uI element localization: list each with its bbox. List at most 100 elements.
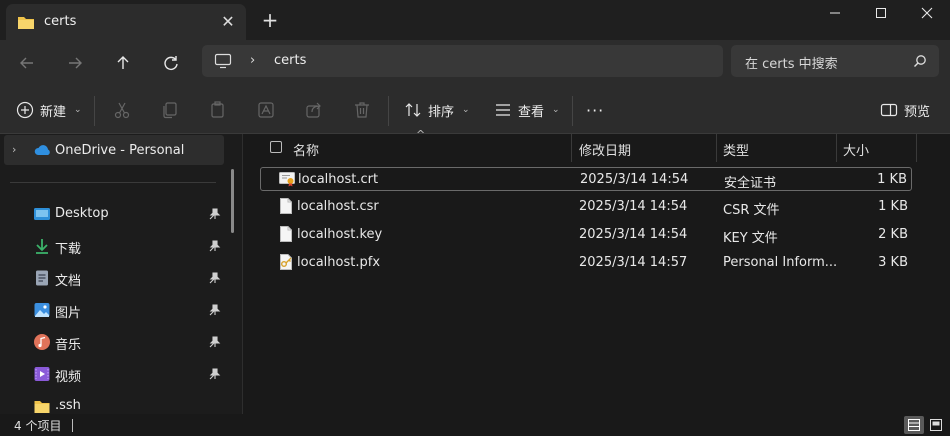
pin-icon[interactable]	[209, 272, 221, 288]
pin-icon[interactable]	[209, 240, 221, 256]
delete-icon[interactable]	[352, 100, 372, 120]
new-tab-button[interactable]: +	[260, 10, 280, 30]
sidebar-item-label: OneDrive - Personal	[55, 143, 185, 158]
pin-icon[interactable]	[209, 208, 221, 224]
details-view-button[interactable]	[904, 416, 924, 434]
sidebar-item-onedrive[interactable]: › OneDrive - Personal	[4, 135, 224, 165]
large-icons-view-button[interactable]	[926, 416, 946, 434]
toolbar-divider	[94, 96, 95, 126]
chevron-down-icon: ⌄	[462, 105, 470, 115]
new-button[interactable]: 新建 ⌄	[16, 98, 82, 122]
table-row[interactable]: localhost.pfx 2025/3/14 14:57 Personal I…	[260, 251, 912, 275]
file-icon	[278, 226, 294, 246]
sidebar-item-downloads[interactable]: 下载	[0, 230, 230, 262]
more-options-button[interactable]: ···	[586, 98, 604, 122]
file-icon	[278, 198, 294, 218]
file-date: 2025/3/14 14:54	[580, 172, 689, 187]
sidebar-item-documents[interactable]: 文档	[0, 262, 230, 294]
pin-icon[interactable]	[209, 304, 221, 320]
back-button[interactable]	[16, 52, 38, 74]
paste-icon[interactable]	[208, 100, 228, 120]
column-header-date[interactable]: 修改日期	[579, 140, 631, 159]
folder-icon	[17, 14, 35, 34]
address-bar[interactable]: › certs	[202, 45, 723, 77]
tab-certs[interactable]: certs ✕	[6, 4, 246, 40]
maximize-button[interactable]	[858, 0, 904, 28]
navigation-pane: › OneDrive - Personal Desktop 下载 文档 图片 音…	[0, 134, 243, 414]
more-icon: ···	[586, 100, 605, 120]
file-type: CSR 文件	[723, 203, 780, 218]
column-divider[interactable]	[836, 134, 837, 162]
table-row[interactable]: localhost.csr 2025/3/14 14:54 CSR 文件 1 K…	[260, 195, 912, 219]
column-header-size[interactable]: 大小	[843, 140, 869, 159]
share-icon[interactable]	[304, 100, 324, 120]
new-label: 新建	[40, 104, 67, 120]
download-icon	[34, 238, 50, 254]
sidebar-item-music[interactable]: 音乐	[0, 326, 230, 358]
column-header-name[interactable]: 名称	[293, 140, 319, 159]
sort-icon	[405, 103, 421, 117]
view-icon	[496, 104, 510, 116]
sort-ascending-icon: ^	[416, 128, 426, 141]
rename-icon[interactable]	[256, 100, 276, 120]
view-label: 查看	[518, 104, 545, 120]
file-name: localhost.csr	[297, 199, 379, 214]
file-type: Personal Inform...	[723, 255, 838, 270]
refresh-button[interactable]	[160, 52, 182, 74]
pfx-icon	[278, 254, 294, 274]
up-button[interactable]	[112, 52, 134, 74]
sidebar-item-label: Desktop	[55, 206, 109, 221]
sidebar-item-label: 图片	[55, 306, 82, 321]
chevron-right-icon[interactable]: ›	[12, 143, 16, 156]
preview-pane-icon	[880, 103, 898, 117]
close-window-button[interactable]	[904, 0, 950, 28]
cut-icon[interactable]	[112, 100, 132, 120]
video-icon	[34, 366, 50, 382]
chevron-down-icon: ⌄	[552, 105, 560, 115]
file-size: 3 KB	[878, 255, 908, 270]
sidebar-item-ssh[interactable]: .ssh	[0, 390, 230, 414]
sidebar-item-label: 下载	[55, 242, 82, 257]
sidebar-scrollbar[interactable]	[231, 169, 234, 233]
file-type: 安全证书	[724, 176, 777, 191]
column-header-type[interactable]: 类型	[723, 140, 749, 159]
search-input[interactable]: 在 certs 中搜索	[731, 45, 939, 77]
view-button[interactable]: 查看 ⌄	[494, 98, 560, 122]
plus-circle-icon	[16, 101, 34, 119]
file-date: 2025/3/14 14:54	[579, 227, 688, 242]
file-type: KEY 文件	[723, 231, 778, 246]
copy-icon[interactable]	[160, 100, 180, 120]
item-count: 4 个项目	[14, 419, 62, 433]
navigation-bar: › certs 在 certs 中搜索	[0, 40, 950, 86]
close-tab-button[interactable]: ✕	[219, 13, 237, 31]
sort-button[interactable]: 排序 ⌄	[404, 98, 470, 122]
minimize-button[interactable]	[812, 0, 858, 28]
file-list: ^ 名称 修改日期 类型 大小 localhost.crt 2025/3/14 …	[244, 128, 950, 414]
sidebar-item-videos[interactable]: 视频	[0, 358, 230, 390]
forward-button[interactable]	[64, 52, 86, 74]
preview-button[interactable]: 预览	[880, 98, 930, 122]
sidebar-item-desktop[interactable]: Desktop	[0, 198, 230, 230]
breadcrumb-certs[interactable]: certs	[274, 53, 306, 68]
file-name: localhost.pfx	[297, 255, 381, 270]
pictures-icon	[34, 302, 50, 318]
computer-icon	[214, 53, 232, 73]
music-icon	[34, 334, 50, 350]
sidebar-item-pictures[interactable]: 图片	[0, 294, 230, 326]
pin-icon[interactable]	[209, 368, 221, 384]
column-divider[interactable]	[916, 134, 917, 162]
file-date: 2025/3/14 14:57	[579, 255, 688, 270]
search-placeholder: 在 certs 中搜索	[745, 57, 838, 72]
folder-icon	[34, 398, 50, 414]
column-divider[interactable]	[716, 134, 717, 162]
file-name: localhost.key	[297, 227, 383, 242]
column-header-row: ^ 名称 修改日期 类型 大小	[244, 128, 950, 162]
file-size: 1 KB	[877, 172, 907, 187]
select-all-checkbox[interactable]	[270, 141, 282, 153]
breadcrumb-separator: ›	[250, 53, 256, 68]
column-divider[interactable]	[571, 134, 572, 162]
table-row[interactable]: localhost.crt 2025/3/14 14:54 安全证书 1 KB	[260, 167, 912, 191]
sidebar-item-label: 文档	[55, 274, 82, 289]
table-row[interactable]: localhost.key 2025/3/14 14:54 KEY 文件 2 K…	[260, 223, 912, 247]
pin-icon[interactable]	[209, 336, 221, 352]
